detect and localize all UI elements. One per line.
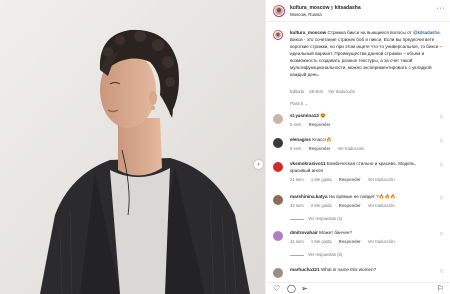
caption-meta: Editado 59 sem Ver traducción	[290, 89, 359, 94]
caption-text-1: Стрижка бикси на вьющиеся волосы от	[327, 30, 412, 35]
comment-heart-icon[interactable]: ♡	[440, 232, 444, 238]
post-authors: kultura_moscow y kitsadasha	[290, 5, 361, 11]
comment-avatar[interactable]	[273, 138, 283, 148]
comment-body: vksmokrasivo11 Бомбическая стильно и кра…	[290, 160, 430, 174]
comment-icon[interactable]: ◯	[287, 285, 296, 293]
comment-text: 😍	[320, 113, 326, 118]
post-photo[interactable]: ›	[0, 0, 265, 294]
comment-time: 41 sem	[290, 239, 304, 244]
comment-body: marshinina.katya На прямые не пойдет ?🔥🔥…	[290, 193, 430, 200]
author-avatar[interactable]	[273, 5, 285, 17]
comment-username[interactable]: elenagiss	[290, 137, 311, 142]
comment-reply-link[interactable]: Responder	[339, 177, 361, 182]
comment-heart-icon[interactable]: ♡	[440, 196, 444, 202]
view-replies-link[interactable]: Ver respuestas (1)	[290, 216, 342, 221]
comment-time: 42 sem	[290, 203, 304, 208]
more-options-icon[interactable]: ···	[437, 5, 446, 12]
view-replies-label: Ver respuestas (5)	[308, 252, 343, 257]
caption-time: 59 sem	[309, 89, 324, 94]
next-image-arrow-icon[interactable]: ›	[254, 160, 263, 169]
post-header: kultura_moscow y kitsadasha Moscow, Russ…	[266, 0, 450, 22]
post-caption: kultura_moscow Стрижка бикси на вьющиеся…	[290, 29, 446, 78]
comment-avatar[interactable]	[273, 114, 283, 124]
caption-author[interactable]: kultura_moscow	[290, 30, 326, 35]
send-icon[interactable]: ➢	[301, 285, 308, 293]
post-details-panel: kultura_moscow y kitsadasha Moscow, Russ…	[265, 0, 450, 294]
instagram-post-view: › kultura_moscow y kitsadasha Moscow, Ru…	[0, 0, 450, 294]
comment-meta: 41 sem 1 Me gusta Responder Ver traducci…	[290, 239, 401, 244]
view-replies-link[interactable]: Ver respuestas (5)	[290, 252, 342, 257]
comment-time: 5 sem	[290, 122, 302, 127]
post-actions-bar: ♡ ◯ ➢ ⚐	[266, 282, 450, 294]
author-connector: y	[330, 5, 334, 11]
heart-icon[interactable]: ♡	[273, 285, 280, 293]
comment-avatar[interactable]	[273, 268, 283, 278]
comment-username[interactable]: marshinina.katya	[290, 194, 328, 199]
comment-body: marhucha321 What is name this women?	[290, 266, 430, 273]
portrait-illustration	[0, 0, 265, 294]
coauthor-username[interactable]: kitsadasha	[335, 5, 361, 11]
comment-text: Класс!🔥	[312, 137, 332, 142]
view-replies-label: Ver respuestas (1)	[308, 216, 343, 221]
comment-body: dmitrovahair Может банчен?	[290, 229, 430, 236]
comment-translate-link[interactable]: Ver traducción	[368, 239, 395, 244]
comment-meta: 21 sem 1 Me gusta Responder Ver traducci…	[290, 177, 401, 182]
comment-reply-link[interactable]: Responder	[309, 122, 331, 127]
caption-author-avatar[interactable]	[273, 30, 283, 40]
caption-edited: Editado	[290, 89, 305, 94]
comment-username[interactable]: vksmokrasivo11	[290, 161, 326, 166]
post-location[interactable]: Moscow, Russia	[290, 12, 322, 17]
comment-avatar[interactable]	[273, 195, 283, 205]
comment-heart-icon[interactable]: ♡	[440, 269, 444, 275]
comment-reply-link[interactable]: Responder	[309, 146, 331, 151]
replies-divider	[290, 254, 304, 256]
comment-likes[interactable]: 1 Me gusta	[311, 177, 332, 182]
comment-body: elenagiss Класс!🔥	[290, 136, 430, 143]
comment-text: What is name this women?	[320, 267, 377, 272]
comment-username[interactable]: marhucha321	[290, 267, 320, 272]
comments-sort-selector[interactable]: Para ti ⌄	[290, 101, 308, 107]
bookmark-icon[interactable]: ⚐	[437, 285, 444, 293]
comment-reply-link[interactable]: Responder	[339, 203, 361, 208]
comment-avatar[interactable]	[273, 231, 283, 241]
comment-text: На прямые не пойдет ?🔥🔥🔥	[328, 194, 396, 199]
comment-meta: 6 sem Responder Ver traducción	[290, 146, 370, 151]
comment-avatar[interactable]	[273, 162, 283, 172]
comment-translate-link[interactable]: Ver traducción	[338, 146, 365, 151]
comment-likes[interactable]: 1 Me gusta	[311, 239, 332, 244]
comment-text: Может банчен?	[319, 230, 353, 235]
comment-username[interactable]: st.yasmina13	[290, 113, 319, 118]
caption-text-2: . Бикси - это сочетание стрижек боб и пи…	[290, 30, 443, 70]
replies-divider	[290, 218, 304, 220]
comment-time: 6 sem	[290, 146, 302, 151]
comment-heart-icon[interactable]: ♡	[440, 115, 444, 121]
comment-likes[interactable]: 2 Me gusta	[311, 203, 332, 208]
comment-heart-icon[interactable]: ♡	[440, 139, 444, 145]
comment-body: st.yasmina13 😍	[290, 112, 430, 119]
author-username[interactable]: kultura_moscow	[290, 5, 329, 11]
comment-time: 21 sem	[290, 177, 304, 182]
comment-meta: 5 sem Responder	[290, 122, 336, 127]
comment-heart-icon[interactable]: ♡	[440, 163, 444, 169]
caption-translate-link[interactable]: Ver traducción	[328, 89, 355, 94]
comment-translate-link[interactable]: Ver traducción	[368, 203, 395, 208]
comment-translate-link[interactable]: Ver traducción	[368, 177, 395, 182]
comment-username[interactable]: dmitrovahair	[290, 230, 318, 235]
comment-meta: 42 sem 2 Me gusta Responder Ver traducci…	[290, 203, 401, 208]
caption-mention[interactable]: @kitsadasha	[413, 30, 440, 35]
comment-reply-link[interactable]: Responder	[339, 239, 361, 244]
